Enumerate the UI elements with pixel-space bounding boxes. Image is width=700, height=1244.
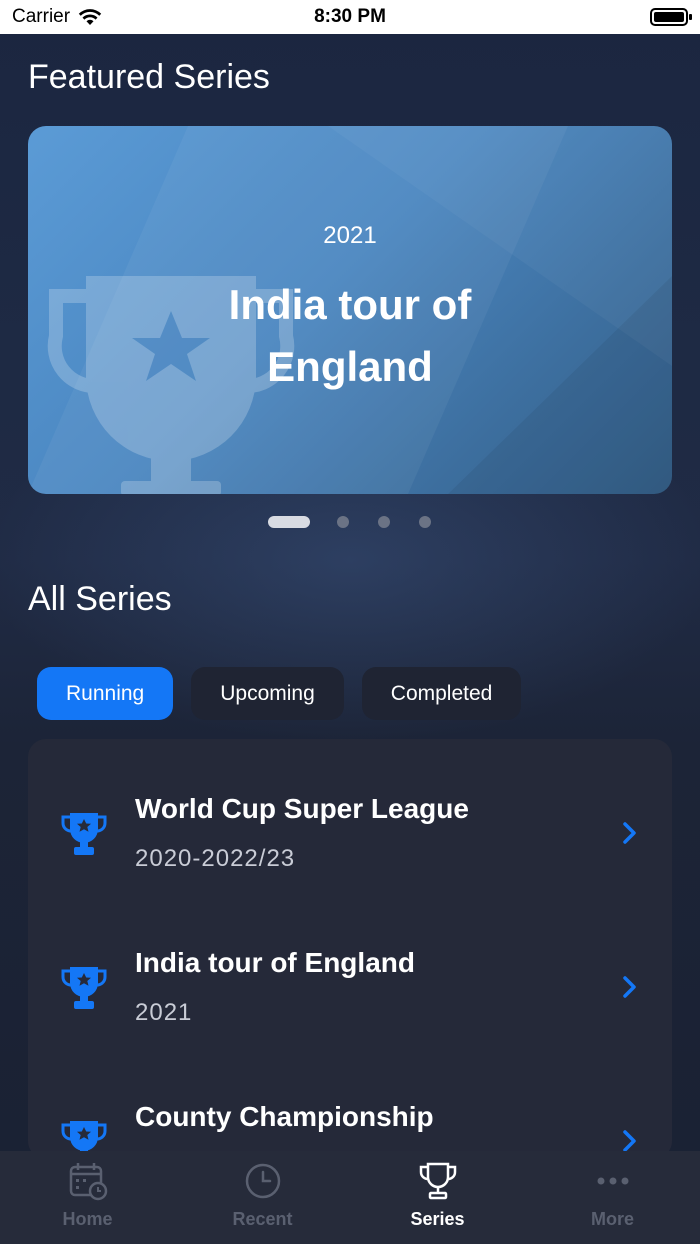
trophy-icon [419, 1162, 457, 1200]
filter-completed-button[interactable]: Completed [361, 667, 522, 720]
more-dots-icon [597, 1177, 629, 1185]
series-list-item[interactable]: India tour of England 2021 [28, 893, 672, 1047]
bottom-tab-bar: Home Recent Series More [0, 1151, 700, 1244]
tab-home[interactable]: Home [0, 1151, 175, 1244]
pager-dot[interactable] [419, 516, 431, 528]
featured-card-title: India tour of England [228, 281, 472, 390]
series-years: 2021 [135, 999, 193, 1026]
featured-series-title: Featured Series [28, 58, 270, 96]
trophy-icon [61, 813, 107, 855]
featured-pager[interactable] [268, 516, 460, 528]
pager-dot[interactable] [337, 516, 349, 528]
calendar-icon [69, 1163, 108, 1201]
filter-running-button[interactable]: Running [37, 667, 174, 720]
series-list: World Cup Super League 2020-2022/23 Indi… [28, 739, 672, 1159]
series-filter-tabs: Running Upcoming Completed [37, 667, 522, 720]
status-bar: Carrier 8:30 PM [0, 0, 700, 34]
wifi-icon [78, 9, 102, 25]
tab-recent-label: Recent [232, 1209, 293, 1229]
tab-more[interactable]: More [525, 1151, 700, 1244]
series-name: India tour of England [135, 947, 415, 978]
series-name: World Cup Super League [135, 793, 469, 824]
carrier-label: Carrier [12, 6, 71, 27]
tab-series-label: Series [410, 1209, 465, 1229]
chevron-right-icon [623, 1130, 636, 1152]
pager-dot[interactable] [378, 516, 390, 528]
featured-card-year: 2021 [323, 222, 377, 249]
series-years: 2020-2022/23 [135, 845, 296, 872]
pager-dot-active[interactable] [268, 516, 310, 528]
tab-recent[interactable]: Recent [175, 1151, 350, 1244]
tab-more-label: More [590, 1209, 634, 1229]
clock-time: 8:30 PM [314, 6, 386, 27]
trophy-icon [61, 967, 107, 1009]
series-name: County Championship [135, 1101, 434, 1132]
all-series-title: All Series [28, 580, 172, 618]
featured-series-card[interactable]: 2021 India tour of England [28, 126, 672, 494]
chevron-right-icon [623, 822, 636, 844]
clock-icon [245, 1163, 281, 1199]
status-left: Carrier [12, 6, 102, 28]
filter-upcoming-button[interactable]: Upcoming [191, 667, 344, 720]
chevron-right-icon [623, 976, 636, 998]
tab-home-label: Home [62, 1209, 113, 1229]
tab-series[interactable]: Series [350, 1151, 525, 1244]
series-list-item[interactable]: County Championship [28, 1047, 672, 1159]
series-list-item[interactable]: World Cup Super League 2020-2022/23 [28, 739, 672, 893]
battery-icon [650, 8, 692, 26]
